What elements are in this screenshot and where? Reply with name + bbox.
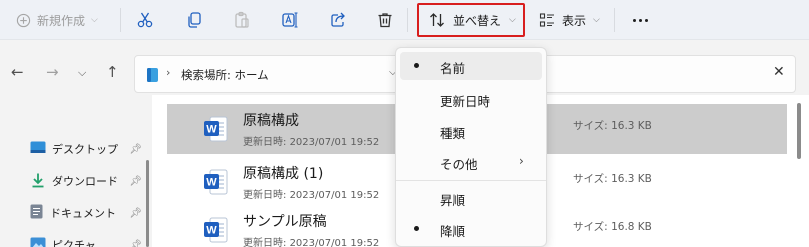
recent-locations-chevron-icon[interactable]: ⌵ (78, 66, 86, 80)
sort-by-type-item[interactable]: 種類 (400, 117, 542, 145)
delete-icon (376, 11, 394, 29)
forward-arrow-icon[interactable]: → (46, 63, 59, 81)
sidebar-item-label: デスクトップ (52, 143, 118, 156)
search-location-icon (146, 67, 159, 87)
view-button[interactable]: 表示 ⌵ (537, 6, 607, 34)
address-text: 検索場所: ホーム (181, 68, 269, 82)
chevron-down-icon: ⌵ (593, 15, 600, 25)
navigation-pane: デスクトップ 📌︎ ダウンロード 📌︎ ドキュメント 📌︎ ピクチャ 📌︎ (0, 95, 148, 247)
pin-icon: 📌︎ (129, 207, 142, 219)
menu-item-label: 名前 (440, 61, 466, 76)
word-document-icon: W (204, 116, 228, 146)
file-modified: 更新日時: 2023/07/01 19:52 (243, 190, 380, 201)
svg-text:W: W (206, 177, 217, 189)
menu-item-label: 更新日時 (440, 94, 491, 109)
more-icon (632, 18, 648, 22)
rename-button[interactable] (274, 6, 306, 34)
submenu-chevron-right-icon: › (519, 154, 524, 168)
sidebar-item-pictures[interactable]: ピクチャ 📌︎ (30, 234, 142, 247)
share-button[interactable] (322, 6, 354, 34)
copy-icon (185, 11, 203, 29)
sidebar-item-label: ピクチャ (52, 239, 96, 247)
back-arrow-icon[interactable]: ← (11, 63, 24, 81)
share-icon (329, 11, 347, 29)
selected-bullet-icon (414, 226, 419, 231)
menu-item-label: 種類 (440, 126, 466, 141)
sidebar-item-desktop[interactable]: デスクトップ 📌︎ (30, 138, 142, 160)
toolbar-divider (407, 8, 408, 32)
file-name: 原稿構成 (243, 113, 299, 129)
breadcrumb-chevron-icon: › (166, 66, 171, 79)
file-modified: 更新日時: 2023/07/01 19:52 (243, 137, 380, 148)
selected-bullet-icon (414, 63, 419, 68)
toolbar-divider (120, 8, 121, 32)
new-button-label: 新規作成 (37, 13, 86, 28)
file-modified: 更新日時: 2023/07/01 19:52 (243, 238, 380, 247)
copy-button[interactable] (178, 6, 210, 34)
sort-by-name-item[interactable]: 名前 (400, 52, 542, 80)
sidebar-scrollbar[interactable] (146, 160, 149, 247)
pin-icon: 📌︎ (129, 175, 142, 187)
new-button[interactable]: 新規作成 ⌵ (14, 6, 112, 34)
download-icon (30, 172, 46, 191)
delete-button[interactable] (369, 6, 401, 34)
svg-text:W: W (206, 124, 217, 136)
sort-ascending-item[interactable]: 昇順 (400, 184, 542, 212)
sort-button[interactable]: 並べ替え ⌵ (417, 3, 525, 37)
sidebar-item-label: ダウンロード (52, 175, 118, 188)
file-list-scrollbar[interactable] (797, 103, 801, 159)
menu-item-label: 降順 (440, 224, 466, 239)
view-icon (539, 12, 555, 28)
up-arrow-icon[interactable]: ↑ (106, 63, 119, 81)
sort-more-item[interactable]: その他 › (400, 148, 542, 176)
sort-menu: 名前 更新日時 種類 その他 › 昇順 降順 (395, 47, 547, 247)
paste-button[interactable] (226, 6, 258, 34)
documents-icon (30, 204, 44, 222)
sidebar-item-label: ドキュメント (50, 207, 116, 220)
file-size: サイズ: 16.3 KB (573, 120, 652, 132)
view-button-label: 表示 (562, 13, 587, 28)
pin-icon: 📌︎ (129, 143, 142, 155)
sidebar-item-documents[interactable]: ドキュメント 📌︎ (30, 202, 142, 224)
word-document-icon: W (204, 217, 228, 247)
chevron-down-icon: ⌵ (91, 15, 98, 25)
sort-descending-item[interactable]: 降順 (400, 215, 542, 243)
more-options-button[interactable] (624, 6, 656, 34)
desktop-icon (30, 141, 46, 157)
menu-divider (396, 180, 546, 181)
sort-icon (429, 12, 445, 28)
menu-item-label: 昇順 (440, 193, 466, 208)
file-name: サンプル原稿 (243, 214, 327, 230)
sort-by-modified-item[interactable]: 更新日時 (400, 85, 542, 113)
svg-text:W: W (206, 225, 217, 237)
sidebar-item-downloads[interactable]: ダウンロード 📌︎ (30, 170, 142, 192)
file-size: サイズ: 16.3 KB (573, 173, 652, 185)
cut-icon (136, 11, 154, 29)
plus-circle-icon (16, 13, 31, 28)
menu-item-label: その他 (440, 157, 478, 172)
sort-button-label: 並べ替え (453, 13, 502, 28)
toolbar-divider (614, 8, 615, 32)
word-document-icon: W (204, 169, 228, 199)
file-name: 原稿構成 (1) (243, 166, 324, 182)
pictures-icon (30, 237, 46, 247)
pin-icon: 📌︎ (129, 239, 142, 247)
command-bar: 新規作成 ⌵ 並べ替え ⌵ 表示 ⌵ (0, 0, 809, 40)
close-icon[interactable]: ✕ (773, 64, 785, 80)
rename-icon (281, 11, 299, 29)
paste-icon (233, 11, 251, 29)
chevron-down-icon: ⌵ (509, 15, 516, 25)
cut-button[interactable] (129, 6, 161, 34)
file-size: サイズ: 16.8 KB (573, 221, 652, 233)
